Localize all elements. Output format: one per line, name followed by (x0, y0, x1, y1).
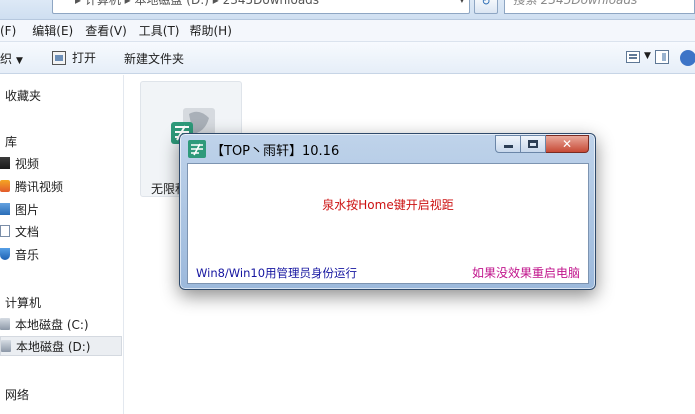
menu-tools[interactable]: 工具(T) (134, 22, 185, 39)
nav-network[interactable]: 网络 (5, 386, 29, 403)
close-icon: ✕ (561, 137, 573, 151)
sidebar-item-documents[interactable]: 文档 (0, 221, 122, 241)
preview-pane-icon[interactable] (655, 50, 669, 64)
maximize-icon (528, 140, 538, 148)
status-message: 泉水按Home键开启视距 (322, 198, 454, 212)
sidebar-item-videos[interactable]: 视频 (0, 153, 122, 173)
sidebar-item-music[interactable]: 音乐 (0, 244, 122, 264)
sidebar-item-label: 视频 (15, 156, 40, 171)
search-input[interactable]: 搜索 2345Downloads (504, 0, 695, 14)
toolbar: 织 ▼ 打开 新建文件夹 ▼ (0, 42, 695, 74)
document-icon (0, 225, 10, 237)
navigation-pane: 收藏夹 库 视频 腾讯视频 图片 文档 音乐 计算机 本地磁盘 (C:) 本地磁… (0, 75, 124, 414)
video-icon (0, 157, 10, 169)
refresh-button[interactable]: ↻ (474, 0, 498, 14)
maximize-button[interactable] (521, 135, 546, 153)
nav-computer[interactable]: 计算机 (5, 294, 41, 311)
view-options-icon[interactable] (626, 51, 640, 63)
address-strip: ▸ 计算机 ▸ 本地磁盘 (D:) ▸ 2345Downloads ▼ ↻ 搜索… (0, 0, 695, 20)
restart-note: 如果没效果重启电脑 (471, 266, 580, 280)
window-controls: ✕ (495, 135, 589, 153)
disk-icon (0, 318, 10, 330)
sidebar-item-label: 文档 (15, 224, 40, 239)
address-dropdown-icon[interactable]: ▼ (459, 0, 465, 4)
search-placeholder: 搜索 2345Downloads (513, 0, 638, 7)
menu-edit[interactable]: 编辑(E) (27, 22, 78, 39)
app-logo-icon (188, 140, 206, 158)
view-dropdown-icon[interactable]: ▼ (644, 51, 651, 61)
open-button[interactable]: 打开 (52, 49, 96, 66)
disk-icon (1, 340, 11, 352)
minimize-icon (503, 145, 513, 148)
window-title: 【TOP丶雨轩】10.16 (211, 144, 340, 159)
app-window: 【TOP丶雨轩】10.16 ✕ 泉水按Home键开启视距 Win8/Win10用… (179, 133, 596, 290)
music-icon (0, 248, 10, 260)
sidebar-item-pictures[interactable]: 图片 (0, 199, 122, 219)
sidebar-item-label: 音乐 (15, 247, 40, 262)
menu-file[interactable]: (F) (0, 24, 21, 38)
sidebar-item-tencent-video[interactable]: 腾讯视频 (0, 176, 122, 196)
sidebar-item-disk-d[interactable]: 本地磁盘 (D:) (0, 336, 122, 356)
tencent-video-icon (0, 180, 10, 192)
close-button[interactable]: ✕ (546, 135, 589, 153)
sidebar-item-label: 腾讯视频 (15, 179, 64, 194)
open-icon (52, 50, 66, 65)
menu-bar: (F) 编辑(E) 查看(V) 工具(T) 帮助(H) (0, 20, 695, 42)
nav-favorites[interactable]: 收藏夹 (5, 87, 41, 104)
organize-button[interactable]: 织 ▼ (0, 50, 23, 67)
organize-label: 织 (0, 52, 13, 66)
sidebar-item-label: 图片 (15, 202, 40, 217)
menu-help[interactable]: 帮助(H) (185, 22, 237, 39)
nav-library[interactable]: 库 (5, 133, 17, 150)
admin-note: Win8/Win10用管理员身份运行 (196, 266, 358, 280)
sidebar-item-label: 本地磁盘 (D:) (16, 339, 91, 354)
help-icon[interactable] (680, 50, 695, 66)
menu-view[interactable]: 查看(V) (80, 22, 132, 39)
address-bar[interactable]: ▸ 计算机 ▸ 本地磁盘 (D:) ▸ 2345Downloads ▼ (52, 0, 470, 14)
address-path: ▸ 计算机 ▸ 本地磁盘 (D:) ▸ 2345Downloads (75, 0, 320, 7)
window-body: 泉水按Home键开启视距 Win8/Win10用管理员身份运行 如果没效果重启电… (187, 163, 589, 284)
chevron-down-icon: ▼ (16, 56, 23, 66)
sidebar-item-disk-c[interactable]: 本地磁盘 (C:) (0, 314, 122, 334)
minimize-button[interactable] (495, 135, 521, 153)
picture-icon (0, 203, 10, 215)
open-label: 打开 (72, 51, 97, 65)
sidebar-item-label: 本地磁盘 (C:) (15, 317, 89, 332)
new-folder-button[interactable]: 新建文件夹 (124, 50, 184, 67)
